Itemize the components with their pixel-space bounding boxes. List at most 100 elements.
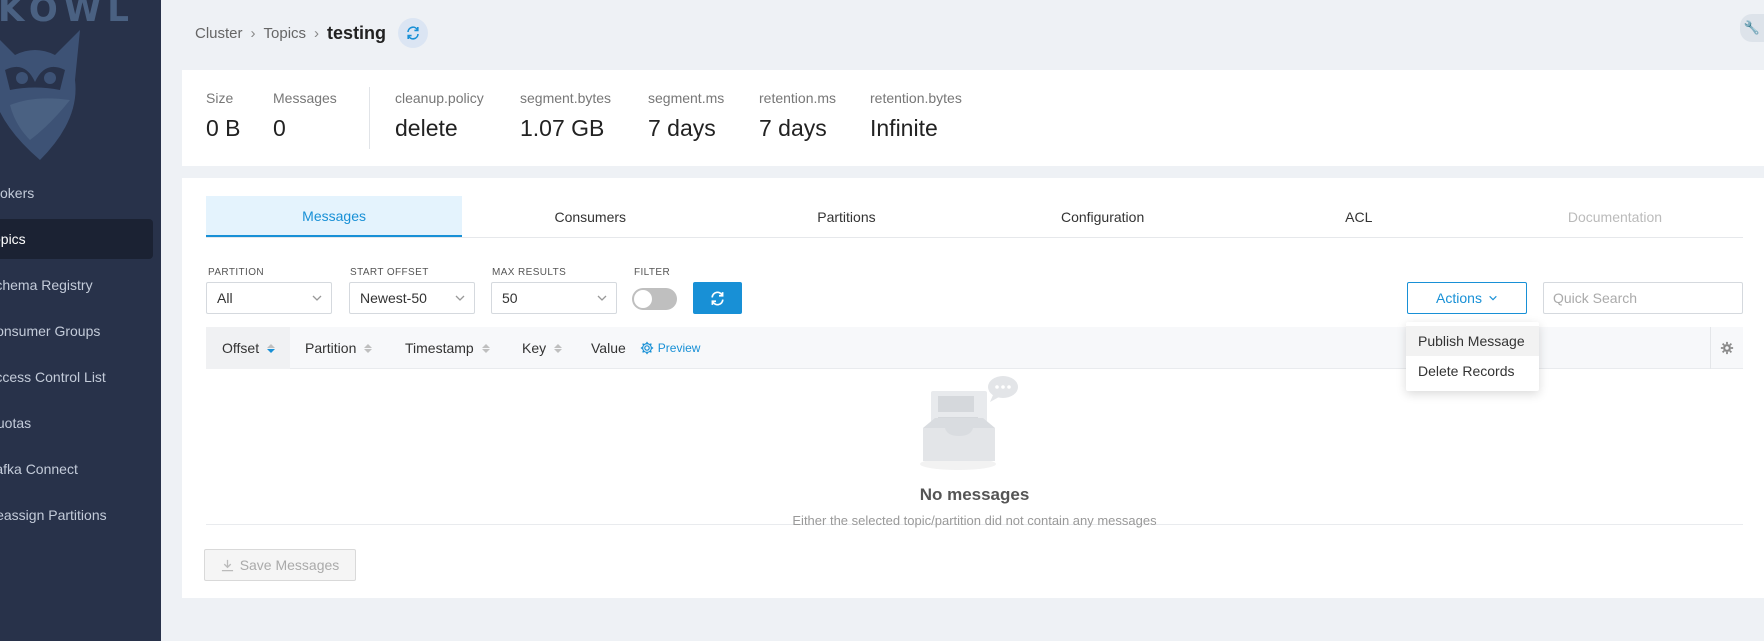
tab-consumers[interactable]: Consumers xyxy=(462,196,718,237)
start-offset-value: Newest-50 xyxy=(360,290,427,306)
actions-menu: Publish Message Delete Records xyxy=(1406,322,1539,391)
max-results-value: 50 xyxy=(502,290,518,306)
breadcrumb-cluster[interactable]: Cluster xyxy=(195,25,243,42)
column-label: Offset xyxy=(222,340,260,356)
sidebar-nav: Brokers Topics Schema Registry Consumer … xyxy=(0,173,161,541)
tab-messages[interactable]: Messages xyxy=(206,196,463,237)
partition-select[interactable]: All xyxy=(206,282,332,314)
column-label: Partition xyxy=(305,340,357,356)
page-title: testing xyxy=(327,22,387,43)
sidebar-item-consumer-groups[interactable]: Consumer Groups xyxy=(0,311,153,351)
sort-icon xyxy=(267,343,276,353)
breadcrumb: Cluster › Topics › testing xyxy=(195,18,429,48)
save-messages-label: Save Messages xyxy=(239,557,340,573)
empty-description: Either the selected topic/partition did … xyxy=(792,513,1157,528)
max-results-select[interactable]: 50 xyxy=(491,282,617,314)
preview-label: Preview xyxy=(657,341,701,355)
sidebar-item-quotas[interactable]: Quotas xyxy=(0,403,153,443)
column-offset[interactable]: Offset xyxy=(206,327,290,369)
actions-label: Actions xyxy=(1436,290,1482,306)
stat-retention-ms: retention.ms 7 days xyxy=(759,90,836,142)
filter-label: FILTER xyxy=(634,267,671,278)
chevron-down-icon xyxy=(455,295,465,301)
breadcrumb-separator: › xyxy=(314,24,320,42)
max-results-label: MAX RESULTS xyxy=(492,267,567,278)
sidebar-item-label: Consumer Groups xyxy=(0,323,101,339)
chevron-down-icon xyxy=(312,295,322,301)
stat-value: 0 B xyxy=(206,115,241,141)
column-settings-button[interactable] xyxy=(1710,327,1743,369)
sidebar-item-label: Schema Registry xyxy=(0,277,93,293)
breadcrumb-separator: › xyxy=(250,24,256,42)
wrench-icon[interactable]: 🔧 xyxy=(1740,14,1764,42)
partition-value: All xyxy=(217,290,233,306)
chevron-down-icon xyxy=(1489,295,1497,301)
stat-segment-bytes: segment.bytes 1.07 GB xyxy=(520,90,611,142)
stat-value: Infinite xyxy=(870,115,938,141)
topic-stats-card: Size 0 B Messages 0 cleanup.policy delet… xyxy=(182,70,1764,166)
sidebar-item-label: Access Control List xyxy=(0,369,106,385)
refresh-topic-button[interactable] xyxy=(398,18,429,48)
empty-title: No messages xyxy=(919,485,1030,504)
stat-cleanup-policy: cleanup.policy delete xyxy=(395,90,484,142)
stat-value: 0 xyxy=(273,115,286,141)
column-key[interactable]: Key xyxy=(522,327,563,369)
preview-button[interactable]: Preview xyxy=(640,341,701,355)
stat-retention-bytes: retention.bytes Infinite xyxy=(870,90,962,142)
sidebar-item-label: Quotas xyxy=(0,415,32,431)
stat-label: segment.ms xyxy=(648,90,725,106)
stat-value: 7 days xyxy=(759,115,827,141)
sidebar: KOWL Brokers Topics Schema Registry Cons… xyxy=(0,0,161,641)
tab-acl[interactable]: ACL xyxy=(1231,196,1487,237)
empty-state: No messages Either the selected topic/pa… xyxy=(206,373,1743,528)
sidebar-item-label: Topics xyxy=(0,231,26,247)
save-messages-button[interactable]: Save Messages xyxy=(204,549,356,581)
chevron-down-icon xyxy=(597,295,607,301)
gear-icon xyxy=(1720,341,1734,355)
sort-icon xyxy=(481,343,490,353)
sort-icon xyxy=(364,343,373,353)
toggle-knob xyxy=(634,290,652,308)
stat-label: cleanup.policy xyxy=(395,90,484,106)
menu-item-delete-records[interactable]: Delete Records xyxy=(1406,356,1539,386)
sidebar-item-acl[interactable]: Access Control List xyxy=(0,357,153,397)
refresh-icon xyxy=(711,291,724,305)
refresh-messages-button[interactable] xyxy=(693,282,742,314)
refresh-icon xyxy=(407,26,419,40)
sidebar-item-topics[interactable]: Topics xyxy=(0,219,153,259)
sidebar-item-label: Brokers xyxy=(0,185,35,201)
stat-messages: Messages 0 xyxy=(273,90,337,142)
empty-inbox-icon xyxy=(920,376,1018,470)
column-value: Value Preview xyxy=(591,327,700,369)
column-label: Key xyxy=(522,340,547,356)
stat-label: Size xyxy=(206,90,234,106)
stat-value: delete xyxy=(395,115,458,141)
sort-icon xyxy=(554,343,563,353)
sidebar-item-schema-registry[interactable]: Schema Registry xyxy=(0,265,153,305)
tab-partitions[interactable]: Partitions xyxy=(718,196,974,237)
stat-label: segment.bytes xyxy=(520,90,612,106)
stat-segment-ms: segment.ms 7 days xyxy=(648,90,724,142)
quick-search-input[interactable] xyxy=(1543,282,1743,314)
menu-item-publish-message[interactable]: Publish Message xyxy=(1406,326,1539,356)
breadcrumb-topics[interactable]: Topics xyxy=(264,25,307,42)
tab-configuration[interactable]: Configuration xyxy=(975,196,1231,237)
column-timestamp[interactable]: Timestamp xyxy=(405,327,490,369)
column-label: Timestamp xyxy=(405,340,474,356)
stat-label: retention.bytes xyxy=(870,90,962,106)
gear-icon xyxy=(640,341,653,355)
sidebar-item-kafka-connect[interactable]: Kafka Connect xyxy=(0,449,153,489)
stat-label: Messages xyxy=(273,90,337,106)
column-label: Value xyxy=(591,340,626,356)
stat-value: 1.07 GB xyxy=(520,115,605,141)
filter-toggle[interactable] xyxy=(632,288,677,310)
sidebar-item-label: Reassign Partitions xyxy=(0,507,107,523)
sidebar-item-reassign-partitions[interactable]: Reassign Partitions xyxy=(0,495,153,535)
column-partition[interactable]: Partition xyxy=(305,327,373,369)
sidebar-item-label: Kafka Connect xyxy=(0,461,78,477)
start-offset-select[interactable]: Newest-50 xyxy=(349,282,475,314)
actions-button[interactable]: Actions xyxy=(1407,282,1527,314)
sidebar-item-brokers[interactable]: Brokers xyxy=(0,173,153,213)
topic-tabs: Messages Consumers Partitions Configurat… xyxy=(206,196,1743,238)
download-icon xyxy=(221,559,233,571)
